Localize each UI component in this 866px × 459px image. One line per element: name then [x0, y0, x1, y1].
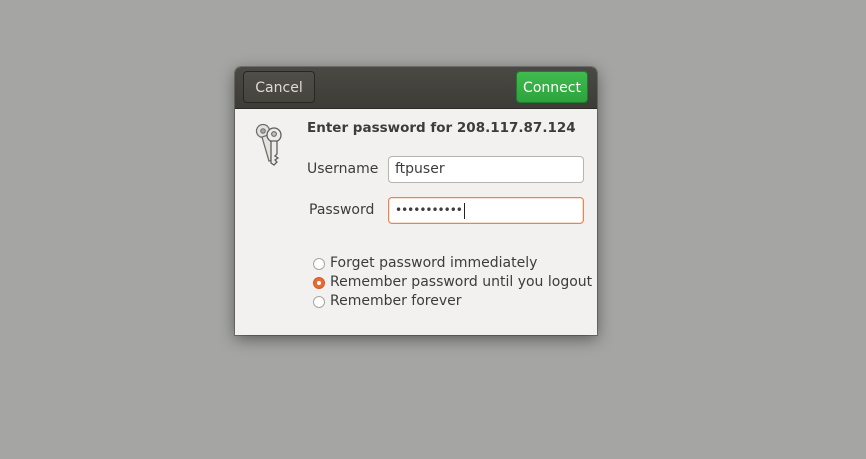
radio-button[interactable] — [313, 296, 325, 308]
dialog-header-bar: Cancel Connect — [235, 67, 597, 109]
cancel-button[interactable]: Cancel — [243, 71, 315, 103]
radio-label: Remember password until you logout — [330, 274, 593, 290]
keys-icon — [251, 119, 291, 167]
password-value: ••••••••••• — [395, 203, 463, 217]
password-dialog: Cancel Connect Enter password for 208.11… — [235, 67, 597, 335]
radio-button[interactable] — [313, 258, 325, 270]
radio-label: Forget password immediately — [330, 255, 538, 271]
username-label: Username — [307, 161, 379, 177]
password-label: Password — [309, 202, 375, 218]
connect-button[interactable]: Connect — [516, 71, 588, 103]
password-prompt-heading: Enter password for 208.117.87.124 — [307, 120, 576, 136]
username-value: ftpuser — [395, 161, 445, 177]
radio-button-selected[interactable] — [313, 277, 325, 289]
password-field[interactable]: ••••••••••• — [388, 197, 584, 224]
username-field[interactable]: ftpuser — [388, 156, 584, 183]
text-cursor — [463, 202, 465, 219]
radio-label: Remember forever — [330, 293, 462, 309]
